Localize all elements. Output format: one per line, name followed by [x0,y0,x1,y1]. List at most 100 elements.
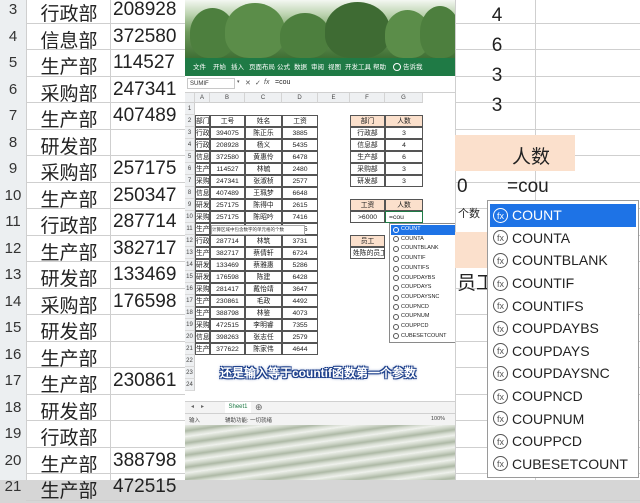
tab-insert[interactable]: 插入 [231,61,244,71]
table-cell[interactable]: 398263 [210,331,245,343]
table-cell[interactable]: 5435 [282,139,318,151]
table-cell[interactable]: 4073 [282,307,318,319]
table-cell[interactable]: 采购部 [195,283,210,295]
summary-cell[interactable]: 3 [385,163,423,175]
row-header[interactable]: 17 [185,295,195,307]
summary-cell[interactable]: 3 [385,175,423,187]
table-cell[interactable]: 7416 [282,211,318,223]
add-sheet-icon[interactable]: ⊕ [255,403,263,412]
table-cell[interactable]: 李明睿 [245,319,282,331]
row-header[interactable]: 20 [185,331,195,343]
tab-data[interactable]: 数据 [294,61,307,71]
zoom-autocomplete-item[interactable]: fx COUPPCD [490,430,636,453]
employee-name-cell[interactable]: 姓陈的员工 [350,247,385,259]
table-cell[interactable]: 蔡倩轩 [245,247,282,259]
table-cell[interactable]: 287714 [210,235,245,247]
table-cell[interactable]: 陈昭吟 [245,211,282,223]
row-header[interactable]: 24 [185,379,195,391]
table-cell[interactable]: 176598 [210,271,245,283]
tab-page-layout[interactable]: 页面布局 [249,61,275,71]
table-cell[interactable]: 生产部 [195,307,210,319]
select-all-corner[interactable] [185,93,195,103]
autocomplete-item[interactable]: COUPDAYBS [391,274,455,284]
row-header[interactable]: 4 [185,139,195,151]
summary-cell[interactable]: 信息部 [350,139,385,151]
row-header[interactable]: 16 [185,283,195,295]
formula-input[interactable]: =cou [275,79,290,86]
table-cell[interactable]: 研发部 [195,199,210,211]
zoom-autocomplete-item[interactable]: fx COUPNUM [490,407,636,430]
table-cell[interactable]: 2480 [282,163,318,175]
table-cell[interactable]: 247341 [210,175,245,187]
table-cell[interactable]: 6428 [282,271,318,283]
tab-scroll-right-icon[interactable]: ▸ [199,404,206,411]
tab-home[interactable]: 开始 [213,61,226,71]
table-cell[interactable]: 372580 [210,151,245,163]
table-cell[interactable]: 行政部 [195,139,210,151]
zoom-autocomplete-item[interactable]: fx CUBESETCOUNT [490,453,636,476]
table-cell[interactable]: 信息部 [195,331,210,343]
table-cell[interactable]: 张志任 [245,331,282,343]
table-cell[interactable]: 林鉴 [245,307,282,319]
summary-cell[interactable]: 4 [385,139,423,151]
tab-file[interactable]: 文件 [193,61,206,71]
confirm-icon[interactable]: ✓ [255,79,261,87]
row-header[interactable]: 3 [185,127,195,139]
table-cell[interactable]: 472515 [210,319,245,331]
accessibility-status[interactable]: 辅助功能: 一切就绪 [225,416,272,424]
table-cell[interactable]: 133469 [210,259,245,271]
table-cell[interactable]: 257175 [210,199,245,211]
table-cell[interactable]: 377622 [210,343,245,355]
wage-count-header-cell[interactable]: 人数 [385,199,423,211]
table-cell[interactable]: 陈家伟 [245,343,282,355]
column-header-c[interactable]: C [245,93,282,103]
table-cell[interactable]: 4492 [282,295,318,307]
table-cell[interactable]: 5286 [282,259,318,271]
tab-formulas[interactable]: 公式 [277,61,290,71]
name-box[interactable]: SUMIF [187,78,235,89]
summary-cell[interactable]: 6 [385,151,423,163]
zoom-autocomplete-item[interactable]: fx COUNTIF [490,272,636,295]
column-header-d[interactable]: D [282,93,318,103]
table-cell[interactable]: 陈正乐 [245,127,282,139]
table-cell[interactable]: 王珮梦 [245,187,282,199]
table-cell[interactable]: 257175 [210,211,245,223]
autocomplete-item[interactable]: COUNTA [391,235,455,245]
table-cell[interactable]: 生产部 [195,343,210,355]
table-cell[interactable]: 研发部 [195,259,210,271]
table-cell[interactable]: 388798 [210,307,245,319]
summary-cell[interactable]: 生产部 [350,151,385,163]
row-header[interactable]: 23 [185,367,195,379]
row-header[interactable]: 21 [185,343,195,355]
table-cell[interactable]: 采购部 [195,211,210,223]
row-header[interactable]: 6 [185,163,195,175]
table-cell[interactable]: 407489 [210,187,245,199]
row-header[interactable]: 22 [185,355,195,367]
autocomplete-item[interactable]: COUNT [391,225,455,235]
table-cell[interactable]: 研发部 [195,271,210,283]
column-header-f[interactable]: F [350,93,385,103]
row-header[interactable]: 8 [185,187,195,199]
table-cell[interactable]: 2579 [282,331,318,343]
table-cell[interactable]: 林毓 [245,163,282,175]
table-cell[interactable]: 陈建 [245,271,282,283]
table-cell[interactable]: 行政部 [195,235,210,247]
table-cell[interactable]: 杨义 [245,139,282,151]
table-cell[interactable]: 蔡雅惠 [245,259,282,271]
table-cell[interactable]: 生产部 [195,163,210,175]
cancel-icon[interactable]: ✕ [245,79,251,87]
zoom-autocomplete-item[interactable]: fx COUPDAYBS [490,317,636,340]
tell-me-search[interactable]: 告诉我 [403,61,423,71]
table-cell[interactable]: 208928 [210,139,245,151]
table-cell[interactable]: 4644 [282,343,318,355]
zoom-autocomplete-item[interactable]: fx COUNTIFS [490,294,636,317]
table-cell[interactable]: 6648 [282,187,318,199]
employee-header-cell[interactable]: 员工 [350,235,385,247]
chevron-down-icon[interactable]: ▾ [237,79,240,85]
table-cell[interactable]: 230861 [210,295,245,307]
row-header[interactable]: 18 [185,307,195,319]
table-header-cell[interactable]: 部门 [195,115,210,127]
fx-icon[interactable]: fx [264,79,269,86]
row-header[interactable]: 14 [185,259,195,271]
autocomplete-item[interactable]: COUPDAYSNC [391,293,455,303]
